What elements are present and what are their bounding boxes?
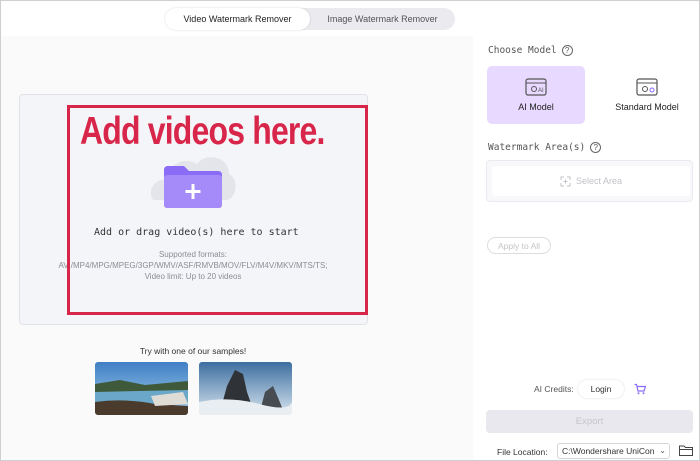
- file-location-value: C:\Wondershare UniCon: [562, 446, 655, 456]
- tab-image-watermark-remover[interactable]: Image Watermark Remover: [310, 8, 455, 30]
- standard-model-option[interactable]: Standard Model: [597, 66, 697, 124]
- ai-model-option[interactable]: AI AI Model: [487, 66, 585, 124]
- ai-model-icon: AI: [525, 78, 547, 96]
- export-button[interactable]: Export: [486, 410, 693, 433]
- folder-icon[interactable]: [679, 445, 693, 456]
- svg-text:AI: AI: [538, 88, 544, 94]
- standard-model-label: Standard Model: [615, 102, 679, 112]
- file-location-label: File Location:: [497, 447, 548, 457]
- watermark-area-label: Watermark Area(s) ?: [488, 142, 602, 153]
- choose-model-label: Choose Model ?: [488, 45, 573, 56]
- help-icon[interactable]: ?: [590, 142, 602, 153]
- select-area-icon: [560, 176, 571, 186]
- cart-icon[interactable]: [634, 383, 646, 395]
- select-area-button[interactable]: Select Area: [492, 166, 690, 196]
- standard-model-icon: [636, 78, 658, 96]
- mode-tabs: Video Watermark Remover Image Watermark …: [165, 8, 455, 30]
- sample-thumbnail-rocks[interactable]: [199, 362, 292, 415]
- chevron-down-icon: ⌄: [659, 446, 666, 455]
- ai-credits-label: AI Credits:: [534, 384, 574, 394]
- tab-video-watermark-remover[interactable]: Video Watermark Remover: [165, 8, 310, 30]
- apply-to-all-button[interactable]: Apply to All: [487, 237, 551, 254]
- select-area-label: Select Area: [575, 176, 623, 186]
- sample-thumbnail-river[interactable]: [95, 362, 188, 415]
- file-location-select[interactable]: C:\Wondershare UniCon ⌄: [557, 443, 670, 459]
- help-icon[interactable]: ?: [561, 45, 573, 56]
- annotation-text: Add videos here.: [80, 110, 325, 153]
- samples-title: Try with one of our samples!: [139, 346, 247, 356]
- ai-model-label: AI Model: [518, 102, 554, 112]
- login-button[interactable]: Login: [578, 380, 624, 398]
